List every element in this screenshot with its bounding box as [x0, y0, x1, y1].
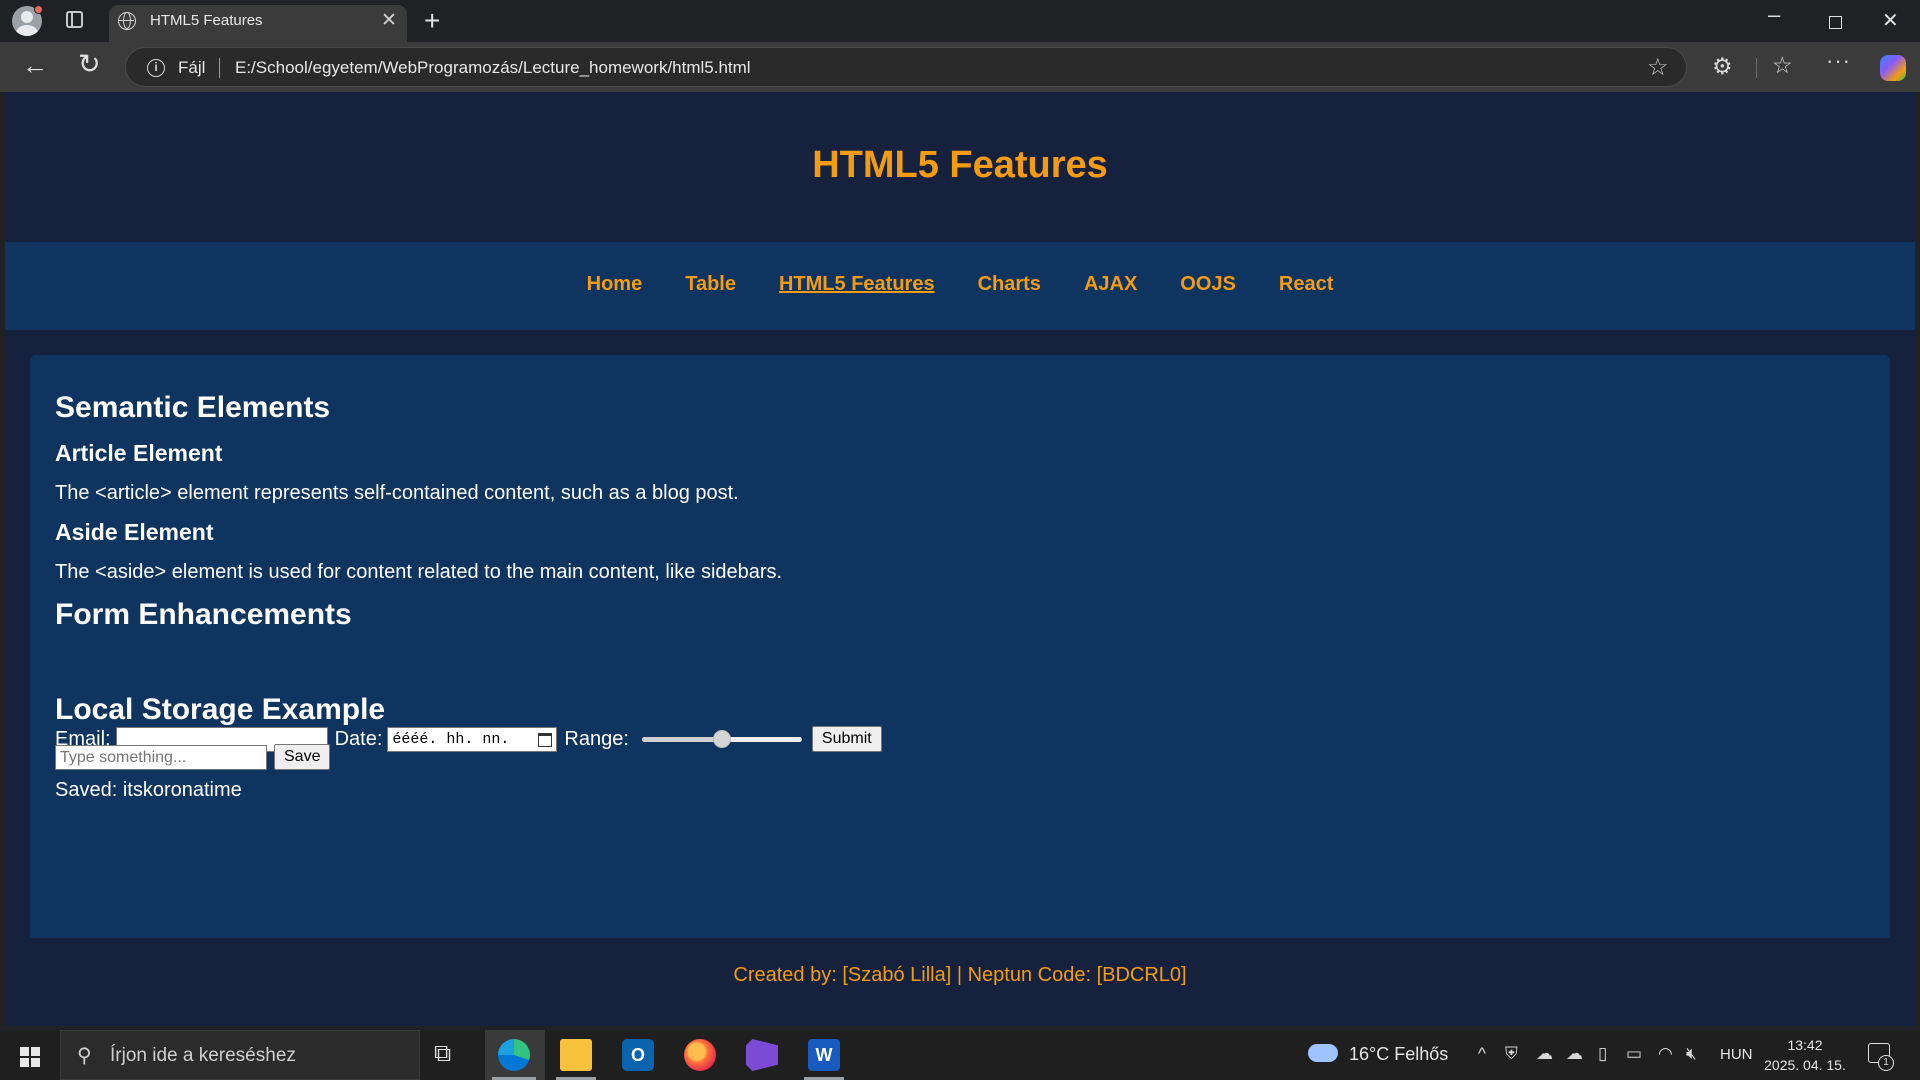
- new-tab-button[interactable]: +: [424, 5, 440, 37]
- aside-heading: Aside Element: [55, 519, 214, 545]
- edge-app-icon[interactable]: [498, 1039, 530, 1071]
- clock-time: 13:42: [1787, 1037, 1823, 1053]
- word-icon[interactable]: W: [808, 1039, 840, 1071]
- aside-text: The <aside> element is used for content …: [55, 561, 783, 583]
- file-explorer-icon[interactable]: [560, 1039, 592, 1071]
- start-button[interactable]: [20, 1047, 40, 1067]
- nav-link-charts[interactable]: Charts: [978, 273, 1041, 296]
- tab-title: HTML5 Features: [150, 12, 263, 29]
- wifi-icon[interactable]: ◠: [1658, 1044, 1673, 1064]
- minimize-button[interactable]: –: [1768, 2, 1780, 28]
- form-heading: Form Enhancements: [55, 598, 352, 631]
- clock-date: 2025. 04. 15.: [1764, 1057, 1846, 1073]
- tray-expand-icon[interactable]: ^: [1478, 1044, 1486, 1064]
- visual-studio-icon[interactable]: [746, 1039, 778, 1071]
- sync-icon[interactable]: ☁: [1566, 1044, 1583, 1064]
- date-label: Date:: [334, 727, 383, 750]
- nav-link-react[interactable]: React: [1279, 273, 1333, 296]
- globe-icon: [118, 12, 136, 30]
- storage-row: Type something... Save: [55, 744, 331, 770]
- tab-actions-icon[interactable]: [66, 11, 83, 28]
- battery-icon[interactable]: ▭: [1626, 1044, 1642, 1064]
- range-fill: [641, 737, 722, 742]
- browser-tab-bar: HTML5 Features ✕ + – ✕: [0, 0, 1920, 42]
- favorites-icon[interactable]: ☆: [1772, 52, 1793, 79]
- device-icon[interactable]: ▯: [1598, 1044, 1607, 1064]
- search-placeholder: Írjon ide a kereséshez: [110, 1045, 296, 1066]
- page-title: HTML5 Features: [812, 144, 1108, 186]
- windows-taskbar: ⚲ Írjon ide a kereséshez ⧉ O W 16°C Felh…: [0, 1030, 1920, 1080]
- search-icon: ⚲: [77, 1045, 92, 1067]
- nav-list: Home Table HTML5 Features Charts AJAX OO…: [5, 242, 1915, 296]
- taskbar-search[interactable]: ⚲ Írjon ide a kereséshez: [60, 1030, 420, 1080]
- article-heading: Article Element: [55, 440, 223, 466]
- address-bar[interactable]: i Fájl E:/School/egyetem/WebProgramozás/…: [125, 47, 1687, 87]
- more-menu-icon[interactable]: ···: [1826, 48, 1851, 74]
- page-viewport: HTML5 Features Home Table HTML5 Features…: [5, 92, 1915, 1026]
- nav-link-home[interactable]: Home: [587, 273, 643, 296]
- close-tab-icon[interactable]: ✕: [381, 9, 397, 32]
- security-icon[interactable]: ⛨: [1505, 1044, 1518, 1064]
- profile-notification-dot: [34, 5, 43, 14]
- scheme-label: Fájl: [178, 58, 206, 77]
- extensions-icon[interactable]: ⚙: [1712, 53, 1733, 80]
- date-field[interactable]: éééé. hh. nn.: [387, 726, 558, 752]
- date-placeholder: éééé. hh. nn.: [392, 730, 510, 748]
- calendar-icon[interactable]: [538, 732, 553, 747]
- storage-input[interactable]: Type something...: [55, 744, 267, 770]
- nav-link-ajax[interactable]: AJAX: [1084, 273, 1137, 296]
- site-info-icon[interactable]: i: [147, 59, 165, 77]
- site-nav: Home Table HTML5 Features Charts AJAX OO…: [5, 242, 1915, 330]
- firefox-icon[interactable]: [684, 1039, 716, 1071]
- restore-button[interactable]: [1829, 16, 1842, 29]
- range-label: Range:: [564, 727, 629, 750]
- copilot-icon[interactable]: [1880, 55, 1906, 81]
- nav-link-oojs[interactable]: OOJS: [1180, 273, 1236, 296]
- task-view-icon[interactable]: ⧉: [434, 1040, 466, 1072]
- favorite-star-icon[interactable]: ☆: [1647, 53, 1669, 82]
- back-button[interactable]: ←: [22, 50, 48, 81]
- site-header: HTML5 Features: [5, 92, 1915, 242]
- clock[interactable]: 13:42 2025. 04. 15.: [1762, 1035, 1848, 1075]
- browser-toolbar: ← ↻ i Fájl E:/School/egyetem/WebProgramo…: [0, 42, 1920, 92]
- semantic-heading: Semantic Elements: [55, 391, 331, 424]
- submit-button[interactable]: Submit: [811, 726, 882, 752]
- outlook-icon[interactable]: O: [622, 1039, 654, 1071]
- saved-value: Saved: itskoronatime: [55, 779, 242, 801]
- cloud-icon[interactable]: [1308, 1044, 1338, 1062]
- article-text: The <article> element represents self-co…: [55, 482, 739, 504]
- onedrive-icon[interactable]: ☁: [1536, 1044, 1553, 1064]
- notification-badge: 1: [1878, 1055, 1894, 1071]
- url-text[interactable]: E:/School/egyetem/WebProgramozás/Lecture…: [235, 58, 751, 78]
- range-slider[interactable]: [641, 729, 802, 749]
- storage-heading: Local Storage Example: [55, 693, 386, 726]
- save-button[interactable]: Save: [274, 744, 331, 770]
- site-footer: Created by: [Szabó Lilla] | Neptun Code:…: [5, 938, 1915, 1026]
- footer-text: Created by: [Szabó Lilla] | Neptun Code:…: [733, 964, 1187, 986]
- toolbar-separator: [1756, 58, 1757, 78]
- nav-link-table[interactable]: Table: [685, 273, 736, 296]
- address-separator: [219, 58, 220, 78]
- close-window-button[interactable]: ✕: [1882, 8, 1899, 33]
- volume-muted-icon[interactable]: 🔇︎: [1686, 1044, 1697, 1064]
- weather-text[interactable]: 16°C Felhős: [1349, 1044, 1448, 1065]
- nav-link-html5-features[interactable]: HTML5 Features: [779, 273, 935, 296]
- main-content: Semantic Elements Article Element The <a…: [30, 355, 1890, 938]
- language-indicator[interactable]: HUN: [1720, 1046, 1753, 1063]
- reload-button[interactable]: ↻: [78, 49, 101, 80]
- range-thumb[interactable]: [712, 730, 731, 748]
